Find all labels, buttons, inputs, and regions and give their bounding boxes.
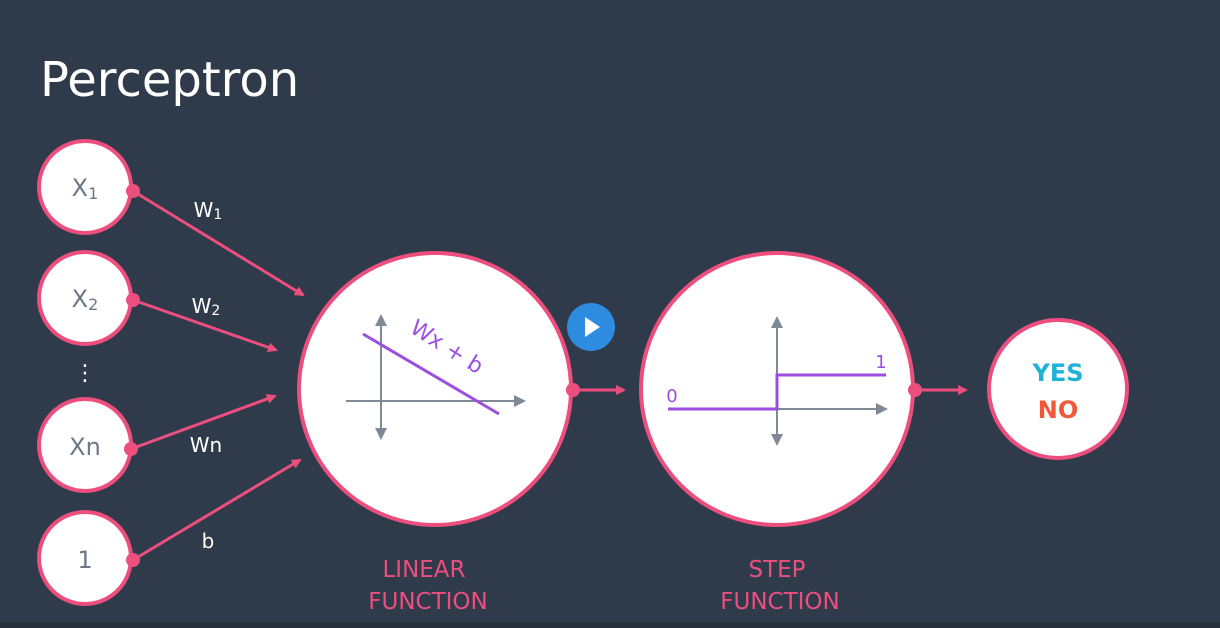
weight-label-wn: Wn: [190, 433, 222, 457]
step-high-value: 1: [875, 352, 886, 373]
linear-function-node: Wx + b: [297, 251, 573, 527]
input-node-x2: X2: [37, 250, 133, 346]
bottom-bar: [0, 622, 1220, 628]
step-label-line2: FUNCTION: [720, 589, 839, 615]
output-yes: YES: [1031, 359, 1083, 387]
play-button[interactable]: [567, 303, 615, 351]
step-output-port: [908, 383, 922, 397]
edge-bias: [132, 458, 302, 562]
input-node-x1: X1: [37, 139, 133, 235]
input-node-xn: Xn: [37, 397, 133, 493]
page-title: Perceptron: [40, 52, 300, 108]
weight-label-w2: W2: [192, 294, 221, 319]
step-low-value: 0: [666, 386, 677, 407]
linear-output-port: [566, 383, 580, 397]
input-edges: [130, 189, 305, 562]
weight-label-w1: W1: [194, 198, 223, 223]
output-node: YES NO: [987, 318, 1129, 460]
weight-label-b: b: [202, 529, 215, 553]
output-no: NO: [1038, 396, 1079, 424]
input-ports: [124, 184, 140, 567]
ellipsis: ⋮: [74, 361, 96, 386]
linear-label-line1: LINEAR: [382, 557, 465, 583]
input-node-bias: 1: [37, 510, 133, 606]
linear-label-line2: FUNCTION: [368, 589, 487, 615]
input-label-xn: Xn: [69, 433, 101, 461]
step-function-node: 0 1: [639, 251, 915, 527]
input-label-bias: 1: [77, 546, 92, 574]
step-label-line1: STEP: [748, 557, 805, 583]
